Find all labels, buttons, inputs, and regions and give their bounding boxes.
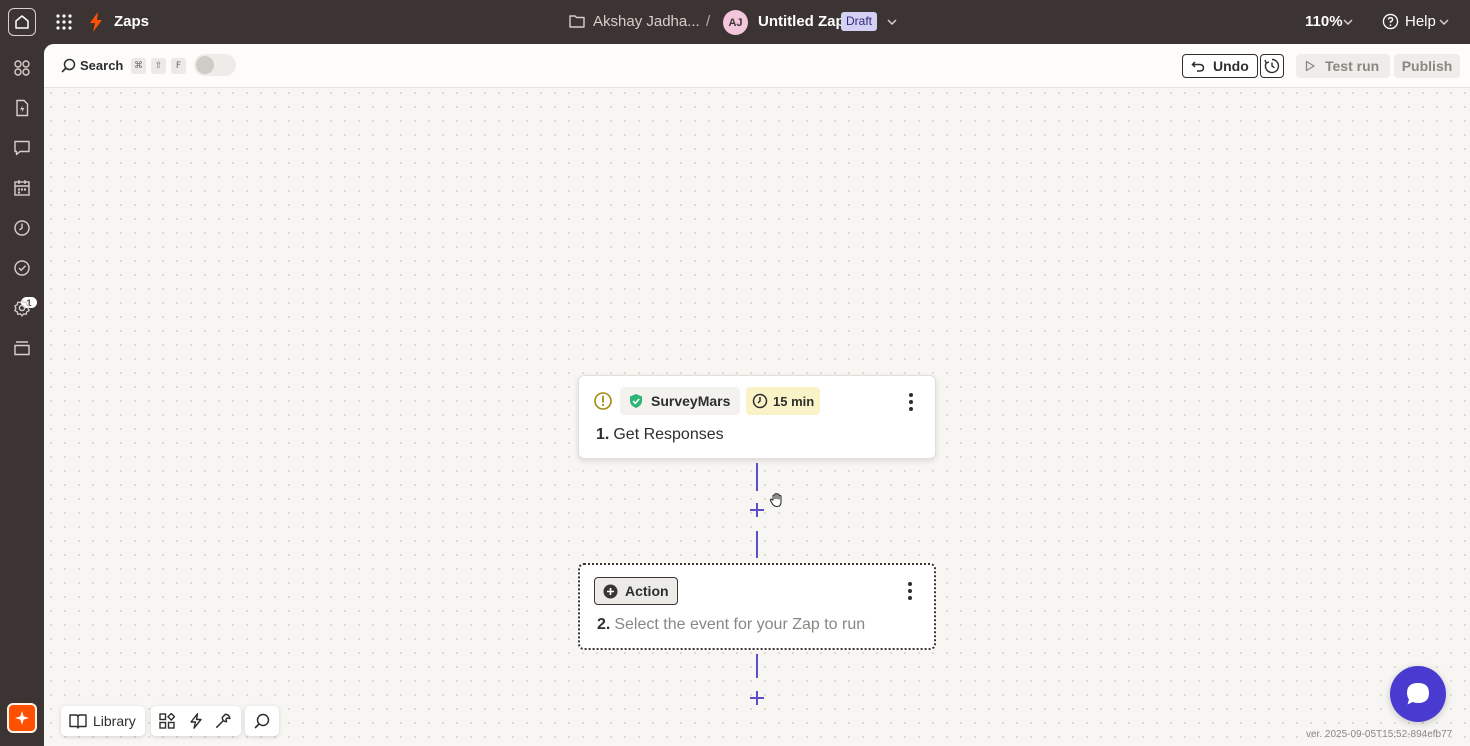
step-title: 2. Select the event for your Zap to run xyxy=(597,616,865,634)
history-icon xyxy=(1264,58,1280,74)
sidebar-item-interfaces[interactable] xyxy=(11,137,33,159)
connector-line xyxy=(756,531,758,558)
sidebar-item-more[interactable] xyxy=(11,337,33,359)
connector-line xyxy=(756,463,758,491)
sidebar: 1 xyxy=(0,44,44,746)
search-icon[interactable] xyxy=(61,58,76,73)
chevron-down-icon[interactable] xyxy=(1438,16,1450,28)
editor-toolbar: Search ⌘ ⇧ F Undo Test run Publish xyxy=(44,44,1470,88)
sidebar-item-settings[interactable] xyxy=(11,297,33,319)
calendar-icon xyxy=(14,180,30,196)
step-number: 2. xyxy=(597,616,611,633)
undo-button[interactable]: Undo xyxy=(1182,54,1258,78)
version-history-button[interactable] xyxy=(1260,54,1284,78)
step-event: Get Responses xyxy=(613,426,724,443)
sidebar-item-history[interactable] xyxy=(11,217,33,239)
test-run-label: Test run xyxy=(1325,58,1380,74)
canvas-search-button[interactable] xyxy=(245,706,279,736)
zap-editor-canvas[interactable]: Search ⌘ ⇧ F Undo Test run Publish Surve… xyxy=(44,44,1470,746)
folder-icon xyxy=(569,15,585,28)
action-step-card[interactable]: Action 2. Select the event for your Zap t… xyxy=(578,563,936,650)
polling-interval-chip: 15 min xyxy=(746,387,821,415)
home-button[interactable] xyxy=(8,8,36,36)
action-chip-label: Action xyxy=(625,583,669,599)
sidebar-item-notifications[interactable] xyxy=(11,257,33,279)
app-name: SurveyMars xyxy=(651,393,731,409)
clock-icon xyxy=(14,220,30,236)
top-bar: Zaps Akshay Jadha... / AJ Untitled Zap D… xyxy=(0,0,1470,44)
surveymars-logo-icon xyxy=(630,394,642,408)
copilot-button[interactable] xyxy=(7,703,37,733)
sidebar-item-tables[interactable] xyxy=(11,177,33,199)
book-icon xyxy=(69,714,87,729)
step-title: 1. Get Responses xyxy=(596,426,724,444)
clock-icon xyxy=(752,393,768,409)
layers-icon xyxy=(14,341,30,356)
sidebar-item-zaps[interactable] xyxy=(11,97,33,119)
file-zap-icon xyxy=(16,99,29,117)
home-icon xyxy=(15,15,29,29)
chat-bubble-icon xyxy=(1407,683,1429,705)
help-icon[interactable] xyxy=(1382,13,1399,30)
library-button[interactable]: Library xyxy=(61,706,145,736)
sidebar-item-apps[interactable] xyxy=(11,57,33,79)
wrench-icon[interactable] xyxy=(215,713,231,729)
app-chip[interactable]: SurveyMars xyxy=(620,387,741,415)
breadcrumb-folder[interactable]: Akshay Jadha... xyxy=(593,13,700,30)
canvas-tools-group xyxy=(151,706,241,736)
hand-cursor-icon xyxy=(769,492,782,508)
step-event-placeholder: Select the event for your Zap to run xyxy=(614,616,866,633)
status-badge: Draft xyxy=(841,12,878,31)
more-options-icon[interactable] xyxy=(907,581,913,601)
shortcut-key-shift: ⇧ xyxy=(151,58,166,74)
step-number: 1. xyxy=(596,426,610,443)
notifications-icon xyxy=(14,260,30,276)
chevron-down-icon[interactable] xyxy=(886,16,898,28)
polling-interval: 15 min xyxy=(773,393,815,409)
search-icon xyxy=(254,713,270,729)
help-menu[interactable]: Help xyxy=(1405,13,1436,30)
shortcut-key-f: F xyxy=(171,58,186,74)
app-grid-icon[interactable] xyxy=(55,13,73,31)
sparkle-icon xyxy=(15,711,29,725)
chevron-down-icon[interactable] xyxy=(1342,16,1354,28)
breadcrumb-separator: / xyxy=(706,13,711,30)
warning-icon xyxy=(594,392,612,410)
settings-icon xyxy=(14,299,30,317)
shortcut-key-cmd: ⌘ xyxy=(131,58,146,74)
support-chat-button[interactable] xyxy=(1390,666,1446,722)
connector-line xyxy=(756,654,758,678)
zap-title[interactable]: Untitled Zap xyxy=(758,13,845,30)
publish-button[interactable]: Publish xyxy=(1394,54,1460,78)
library-label: Library xyxy=(93,713,136,729)
play-icon xyxy=(1305,60,1315,72)
more-options-icon[interactable] xyxy=(908,392,914,412)
add-step-icon[interactable] xyxy=(748,689,766,707)
canvas-toggle[interactable] xyxy=(194,54,236,76)
undo-label: Undo xyxy=(1213,58,1249,74)
add-step-icon[interactable] xyxy=(748,501,766,519)
zap-bolt-icon[interactable] xyxy=(188,713,204,729)
widgets-icon[interactable] xyxy=(159,713,175,729)
action-chip[interactable]: Action xyxy=(594,577,678,605)
zoom-level[interactable]: 110% xyxy=(1305,13,1343,30)
trigger-step-card[interactable]: SurveyMars 15 min 1. Get Responses xyxy=(578,375,936,459)
search-button[interactable]: Search xyxy=(80,58,123,73)
zap-bolt-icon xyxy=(90,12,102,32)
undo-icon xyxy=(1191,61,1205,72)
apps-icon xyxy=(14,60,30,76)
chat-icon xyxy=(14,140,30,156)
version-label: ver. 2025-09-05T15:52-894efb77 xyxy=(1306,729,1453,740)
test-run-button[interactable]: Test run xyxy=(1296,54,1390,78)
zaps-nav-link[interactable]: Zaps xyxy=(114,13,149,30)
action-plus-icon xyxy=(603,584,618,598)
avatar: AJ xyxy=(723,10,748,35)
